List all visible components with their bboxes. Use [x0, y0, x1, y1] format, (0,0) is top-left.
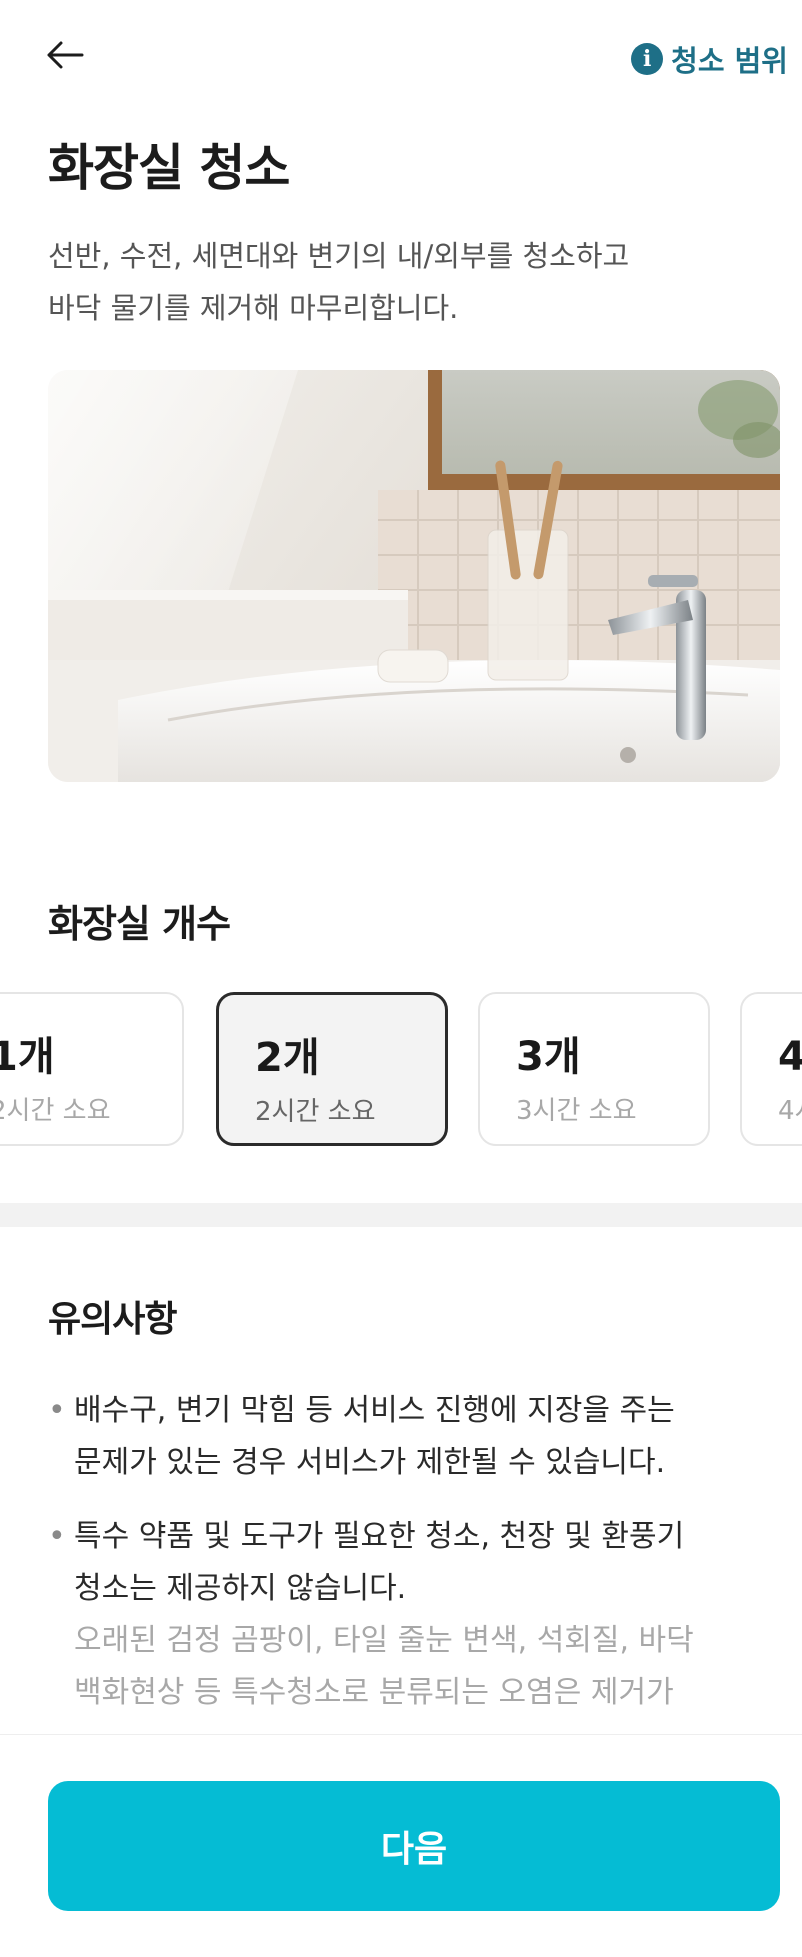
count-option-duration: 3시간 소요	[516, 1096, 637, 1126]
cleaning-scope-label: 청소 범위	[671, 44, 788, 78]
bullet-icon: •	[48, 1519, 66, 1554]
count-option-label: 2개	[255, 1035, 320, 1081]
page-title: 화장실 청소	[48, 139, 290, 197]
count-option-3[interactable]: 3개 3시간 소요	[478, 992, 710, 1146]
top-bar: i 청소 범위	[0, 0, 802, 110]
next-button[interactable]: 다음	[48, 1781, 780, 1911]
notes-list: • 배수구, 변기 막힘 등 서비스 진행에 지장을 주는 문제가 있는 경우 …	[48, 1385, 778, 1741]
notes-title: 유의사항	[48, 1299, 177, 1340]
note-item: • 배수구, 변기 막힘 등 서비스 진행에 지장을 주는 문제가 있는 경우 …	[48, 1385, 778, 1489]
cleaning-scope-link[interactable]: i 청소 범위	[631, 38, 788, 80]
note-line: 배수구, 변기 막힘 등 서비스 진행에 지장을 주는	[74, 1393, 675, 1428]
bathroom-illustration	[48, 370, 780, 782]
count-option-label: 1개	[0, 1034, 55, 1080]
info-icon: i	[631, 43, 664, 75]
note-detail-line: 오래된 검정 곰팡이, 타일 줄눈 변색, 석회질, 바닥	[74, 1623, 694, 1658]
back-button[interactable]	[40, 30, 90, 80]
count-option-duration: 2시간 소요	[255, 1097, 376, 1127]
section-divider	[0, 1203, 802, 1227]
count-option-1[interactable]: 1개 2시간 소요	[0, 992, 184, 1146]
description-line: 선반, 수전, 세면대와 변기의 내/외부를 청소하고	[48, 239, 630, 273]
note-line: 특수 약품 및 도구가 필요한 청소, 천장 및 환풍기	[74, 1519, 685, 1554]
bullet-icon: •	[48, 1393, 66, 1428]
bottom-action-bar: 다음	[0, 1734, 802, 1957]
description-line: 바닥 물기를 제거해 마무리합니다.	[48, 291, 459, 325]
count-option-label: 3개	[516, 1034, 581, 1080]
note-line: 청소는 제공하지 않습니다.	[74, 1571, 407, 1606]
count-option-label: 4개	[778, 1034, 802, 1080]
note-detail-line: 백화현상 등 특수청소로 분류되는 오염은 제거가	[74, 1675, 674, 1710]
count-option-4[interactable]: 4개 4시간 소요	[740, 992, 802, 1146]
count-option-duration: 4시간 소요	[778, 1096, 802, 1126]
note-item: • 특수 약품 및 도구가 필요한 청소, 천장 및 환풍기 청소는 제공하지 …	[48, 1511, 778, 1719]
arrow-left-icon	[47, 41, 84, 69]
bathroom-count-options: 1개 2시간 소요 2개 2시간 소요 3개 3시간 소요 4개 4시간 소요	[0, 990, 802, 1150]
count-option-2[interactable]: 2개 2시간 소요	[216, 992, 448, 1146]
bathroom-sink-photo	[48, 370, 780, 782]
note-line: 문제가 있는 경우 서비스가 제한될 수 있습니다.	[74, 1445, 666, 1480]
bathroom-count-title: 화장실 개수	[48, 902, 231, 946]
count-option-duration: 2시간 소요	[0, 1096, 111, 1126]
service-description: 선반, 수전, 세면대와 변기의 내/외부를 청소하고 바닥 물기를 제거해 마…	[48, 230, 768, 334]
